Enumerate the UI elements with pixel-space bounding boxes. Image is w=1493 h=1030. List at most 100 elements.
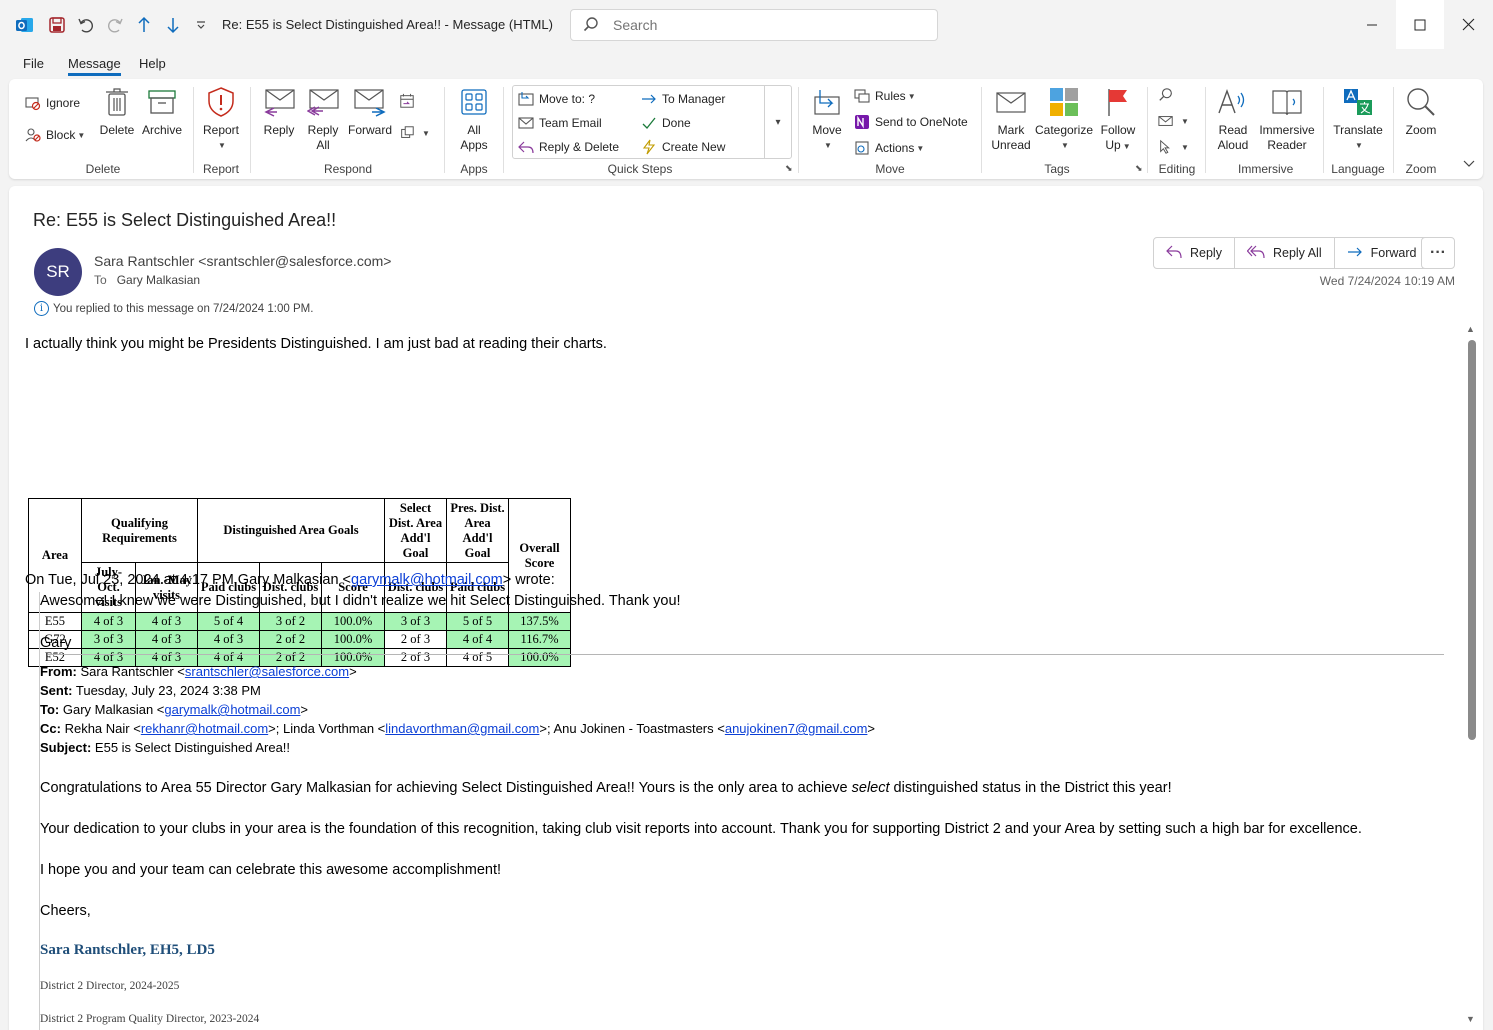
scroll-up-icon[interactable]: ▲: [1466, 324, 1475, 334]
unread-envelope-icon: [995, 85, 1027, 119]
block-button[interactable]: Block ▼: [25, 127, 85, 143]
dedication-paragraph: Your dedication to your clubs in your ar…: [40, 821, 1362, 837]
message-body: I actually think you might be Presidents…: [9, 326, 1459, 1030]
block-icon: [25, 127, 41, 143]
reply-button[interactable]: Reply: [1154, 238, 1235, 268]
reply-all-ribbon-button[interactable]: Reply All: [305, 85, 341, 153]
signature-title-2: District 2 Program Quality Director, 202…: [40, 1013, 260, 1025]
select-cursor-icon: [1158, 139, 1174, 155]
sender-name[interactable]: Sara Rantschler <srantschler@salesforce.…: [94, 253, 391, 269]
report-button[interactable]: Report ▼: [202, 85, 240, 153]
mail-icon: [518, 115, 534, 131]
email-link[interactable]: garymalk@hotmail.com: [351, 572, 503, 588]
redo-icon[interactable]: [104, 14, 126, 36]
related-mail-icon: [1158, 113, 1174, 129]
info-icon: i: [34, 301, 49, 316]
email-link[interactable]: srantschler@salesforce.com: [185, 664, 349, 679]
find-icon: [1158, 87, 1174, 103]
rules-button[interactable]: Rules ▼: [854, 88, 916, 104]
close-button[interactable]: [1444, 0, 1492, 49]
read-aloud-button[interactable]: Read Aloud: [1212, 85, 1254, 153]
im-reply-icon: [399, 125, 415, 141]
translate-button[interactable]: Translate ▼: [1331, 85, 1385, 153]
tags-dialog-launcher[interactable]: ⬊: [1135, 163, 1143, 174]
select-button[interactable]: ▼: [1158, 139, 1189, 155]
save-icon[interactable]: [46, 14, 68, 36]
reply-all-icon: [307, 85, 339, 119]
email-link[interactable]: garymalk@hotmail.com: [164, 702, 300, 717]
minimize-button[interactable]: [1348, 0, 1396, 49]
search-input[interactable]: [613, 17, 913, 33]
congrats-paragraph: Congratulations to Area 55 Director Gary…: [40, 780, 1172, 796]
delete-button[interactable]: Delete: [100, 85, 134, 138]
move-button[interactable]: Move ▼: [808, 85, 846, 153]
recipient-name[interactable]: Gary Malkasian: [117, 273, 200, 287]
follow-up-button[interactable]: Follow Up ▼: [1098, 85, 1138, 154]
customize-qat-icon[interactable]: [190, 14, 212, 36]
calendar-reply-icon: [399, 93, 415, 109]
quick-steps-expand-button[interactable]: ▾: [764, 85, 791, 159]
related-button[interactable]: ▼: [1158, 113, 1189, 129]
scroll-down-icon[interactable]: ▼: [1466, 1014, 1475, 1024]
all-apps-button[interactable]: All Apps: [455, 85, 493, 153]
more-respond-button[interactable]: ▼: [399, 125, 430, 141]
tab-help[interactable]: Help: [139, 56, 166, 71]
forward-button[interactable]: Forward: [1335, 238, 1429, 268]
report-shield-icon: [205, 85, 237, 119]
editing-group-label: Editing: [1158, 162, 1196, 176]
mark-unread-button[interactable]: Mark Unread: [990, 85, 1032, 153]
vertical-scrollbar[interactable]: ▲ ▼: [1465, 324, 1477, 1026]
report-group-label: Report: [202, 162, 240, 176]
email-link[interactable]: lindavorthman@gmail.com: [385, 721, 539, 736]
avatar[interactable]: SR: [34, 248, 82, 296]
zoom-button[interactable]: Zoom: [1401, 85, 1441, 138]
quick-step-create-new[interactable]: Create New: [641, 139, 725, 155]
read-aloud-icon: [1217, 85, 1249, 119]
quick-step-reply-delete[interactable]: Reply & Delete: [518, 139, 619, 155]
search-box[interactable]: [570, 9, 938, 41]
categorize-button[interactable]: Categorize ▼: [1035, 85, 1093, 153]
col-pres-dist: Pres. Dist. Area Add'l Goal: [446, 498, 509, 563]
meeting-reply-button[interactable]: [399, 93, 420, 109]
orig-cc-line: Cc: Rekha Nair <rekhanr@hotmail.com>; Li…: [40, 721, 875, 736]
zoom-group-label: Zoom: [1405, 162, 1437, 176]
quick-step-to-manager[interactable]: To Manager: [641, 91, 725, 107]
actions-button[interactable]: Actions ▼: [854, 140, 924, 156]
intro-paragraph: I actually think you might be Presidents…: [25, 336, 607, 352]
orig-from-line: From: Sara Rantschler <srantschler@sales…: [40, 664, 357, 679]
title-bar: Re: E55 is Select Distinguished Area!! -…: [0, 0, 1493, 50]
delete-group-label: Delete: [85, 162, 121, 176]
undo-icon[interactable]: [75, 14, 97, 36]
forward-ribbon-button[interactable]: Forward: [346, 85, 394, 138]
ignore-button[interactable]: Ignore: [25, 95, 80, 111]
tab-message[interactable]: Message: [68, 56, 121, 76]
col-select-dist: Select Dist. Area Add'l Goal: [384, 498, 447, 563]
reply-all-button[interactable]: Reply All: [1235, 238, 1335, 268]
move-folder-icon: [811, 85, 843, 119]
email-link[interactable]: rekhanr@hotmail.com: [141, 721, 268, 736]
quick-step-done[interactable]: Done: [641, 115, 691, 131]
quick-steps-dialog-launcher[interactable]: ⬊: [785, 163, 793, 174]
reply-ribbon-button[interactable]: Reply: [261, 85, 297, 138]
email-link[interactable]: anujokinen7@gmail.com: [725, 721, 868, 736]
ribbon-collapse-button[interactable]: [1463, 159, 1475, 169]
previous-item-icon[interactable]: [133, 14, 155, 36]
more-actions-button[interactable]: ···: [1421, 237, 1455, 269]
language-group-label: Language: [1331, 162, 1385, 176]
quick-step-move-to[interactable]: Move to: ?: [518, 91, 595, 107]
quoted-reply-signature: Gary: [40, 635, 72, 651]
ribbon-separator: [193, 87, 194, 173]
scrollbar-thumb[interactable]: [1468, 340, 1476, 740]
chevron-down-icon: [1463, 160, 1475, 167]
send-to-onenote-button[interactable]: Send to OneNote: [854, 114, 968, 130]
tab-file[interactable]: File: [23, 56, 44, 71]
immersive-reader-button[interactable]: Immersive Reader: [1258, 85, 1316, 153]
maximize-button[interactable]: [1396, 0, 1444, 49]
reply-all-icon: [1246, 245, 1265, 262]
find-button[interactable]: [1158, 87, 1179, 103]
quick-step-team-email[interactable]: Team Email: [518, 115, 602, 131]
next-item-icon[interactable]: [162, 14, 184, 36]
onenote-icon: [854, 114, 870, 130]
archive-icon: [146, 85, 178, 119]
archive-button[interactable]: Archive: [141, 85, 183, 138]
